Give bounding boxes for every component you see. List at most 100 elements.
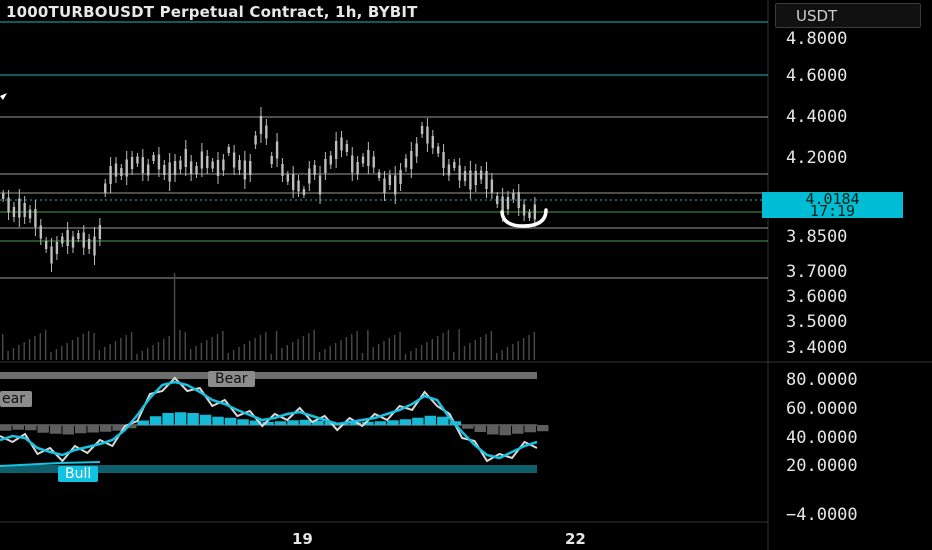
candle-body: [458, 165, 461, 181]
candle-body: [420, 126, 424, 134]
volume-bar: [109, 344, 111, 360]
volume-bar: [313, 330, 315, 360]
candle-body: [130, 157, 134, 169]
volume-bar: [265, 332, 267, 360]
candle-body: [66, 230, 69, 246]
price-label: 4.6000: [786, 66, 848, 86]
oscillator-main-line: [0, 380, 538, 460]
volume-bar: [372, 347, 374, 360]
candle-body: [512, 192, 515, 200]
candle-body: [12, 207, 16, 217]
chart-canvas[interactable]: 1000TURBOUSDT Perpetual Contract, 1h, BY…: [0, 0, 932, 550]
candle-body: [517, 192, 520, 208]
volume-bar: [361, 353, 364, 360]
volume-bar: [238, 347, 240, 360]
candle-body: [479, 170, 483, 180]
histogram-bar: [424, 415, 437, 425]
candle-body: [87, 239, 91, 249]
histogram-bar: [374, 421, 387, 425]
volume-bar: [7, 351, 9, 360]
volume-bar: [399, 332, 401, 360]
volume-bar: [114, 341, 117, 360]
candle-body: [410, 151, 413, 169]
candle-body: [281, 164, 284, 176]
histogram-bar: [24, 425, 37, 431]
candle-body: [2, 193, 5, 199]
candle-body: [286, 174, 290, 182]
candle-body: [453, 162, 456, 168]
candle-body: [136, 156, 139, 164]
volume-bar: [200, 343, 203, 360]
candle-body: [474, 171, 477, 185]
candle-body: [426, 126, 429, 144]
volume-bar: [179, 330, 181, 360]
histogram-bar: [287, 420, 299, 425]
candle-body: [238, 160, 241, 170]
bear-signal-tag[interactable]: Bear: [208, 371, 255, 387]
volume-bar: [184, 332, 186, 360]
volume-bar: [506, 347, 509, 360]
candle-body: [232, 152, 236, 168]
candle-body: [61, 236, 64, 244]
volume-bar: [308, 333, 310, 360]
histogram-bar: [537, 425, 549, 432]
current-price-badge: 4.0184 17:19: [762, 192, 903, 220]
candle-body: [345, 144, 349, 152]
candle-body: [308, 168, 311, 184]
bear-signal-tag[interactable]: ear: [0, 391, 32, 407]
volume-bar: [168, 336, 170, 360]
candle-body: [399, 170, 402, 184]
bar-countdown: 17:19: [809, 202, 856, 220]
candle-body: [297, 180, 300, 192]
candle-body: [44, 241, 48, 249]
candle-body: [114, 163, 118, 177]
chart-title: 1000TURBOUSDT Perpetual Contract, 1h, BY…: [6, 3, 418, 21]
price-label: 4.4000: [786, 107, 848, 127]
volume-bar: [146, 348, 149, 360]
histogram-bar: [37, 425, 49, 433]
volume-bar: [528, 335, 530, 360]
arrow-cursor-icon: [0, 93, 7, 100]
volume-bar: [152, 345, 154, 360]
candle-body: [302, 189, 306, 195]
volume-bar: [367, 330, 369, 360]
histogram-bar: [462, 425, 474, 429]
horizontal-levels[interactable]: [0, 21, 768, 279]
volume-bar: [18, 345, 20, 360]
histogram-bar: [149, 416, 162, 425]
candle-body: [340, 137, 343, 151]
candle-body: [55, 242, 59, 254]
candle-body: [522, 204, 526, 216]
oscillator-label: 60.0000: [786, 399, 858, 419]
candle-body: [249, 161, 252, 175]
volume-bar: [394, 335, 396, 360]
candle-body: [442, 152, 445, 168]
histogram-bar: [12, 425, 24, 430]
candle-body: [173, 161, 177, 175]
histogram-bar: [174, 412, 187, 425]
volume-bar: [522, 338, 525, 360]
volume-bar: [453, 352, 455, 360]
volume-bar: [44, 330, 47, 360]
volume-bar: [490, 331, 493, 360]
volume-bar: [426, 342, 428, 360]
volume-bar: [458, 329, 460, 360]
candle-body: [200, 151, 204, 169]
candle-body: [18, 198, 21, 218]
bull-signal-tag[interactable]: Bull: [58, 466, 99, 482]
volume-bar: [324, 349, 326, 360]
currency-selector[interactable]: USDT: [775, 3, 921, 28]
candlestick-series[interactable]: [2, 107, 537, 272]
candle-body: [356, 162, 359, 174]
histogram-bar: [412, 417, 424, 425]
volume-bars: [2, 273, 536, 360]
candle-body: [109, 166, 112, 184]
candle-body: [104, 183, 107, 193]
volume-bar: [533, 332, 536, 360]
volume-bar: [227, 353, 229, 360]
volume-bar: [163, 339, 165, 360]
candle-body: [377, 172, 381, 178]
candle-body: [313, 165, 316, 175]
histogram-bar: [87, 425, 99, 433]
candle-body: [34, 209, 37, 227]
